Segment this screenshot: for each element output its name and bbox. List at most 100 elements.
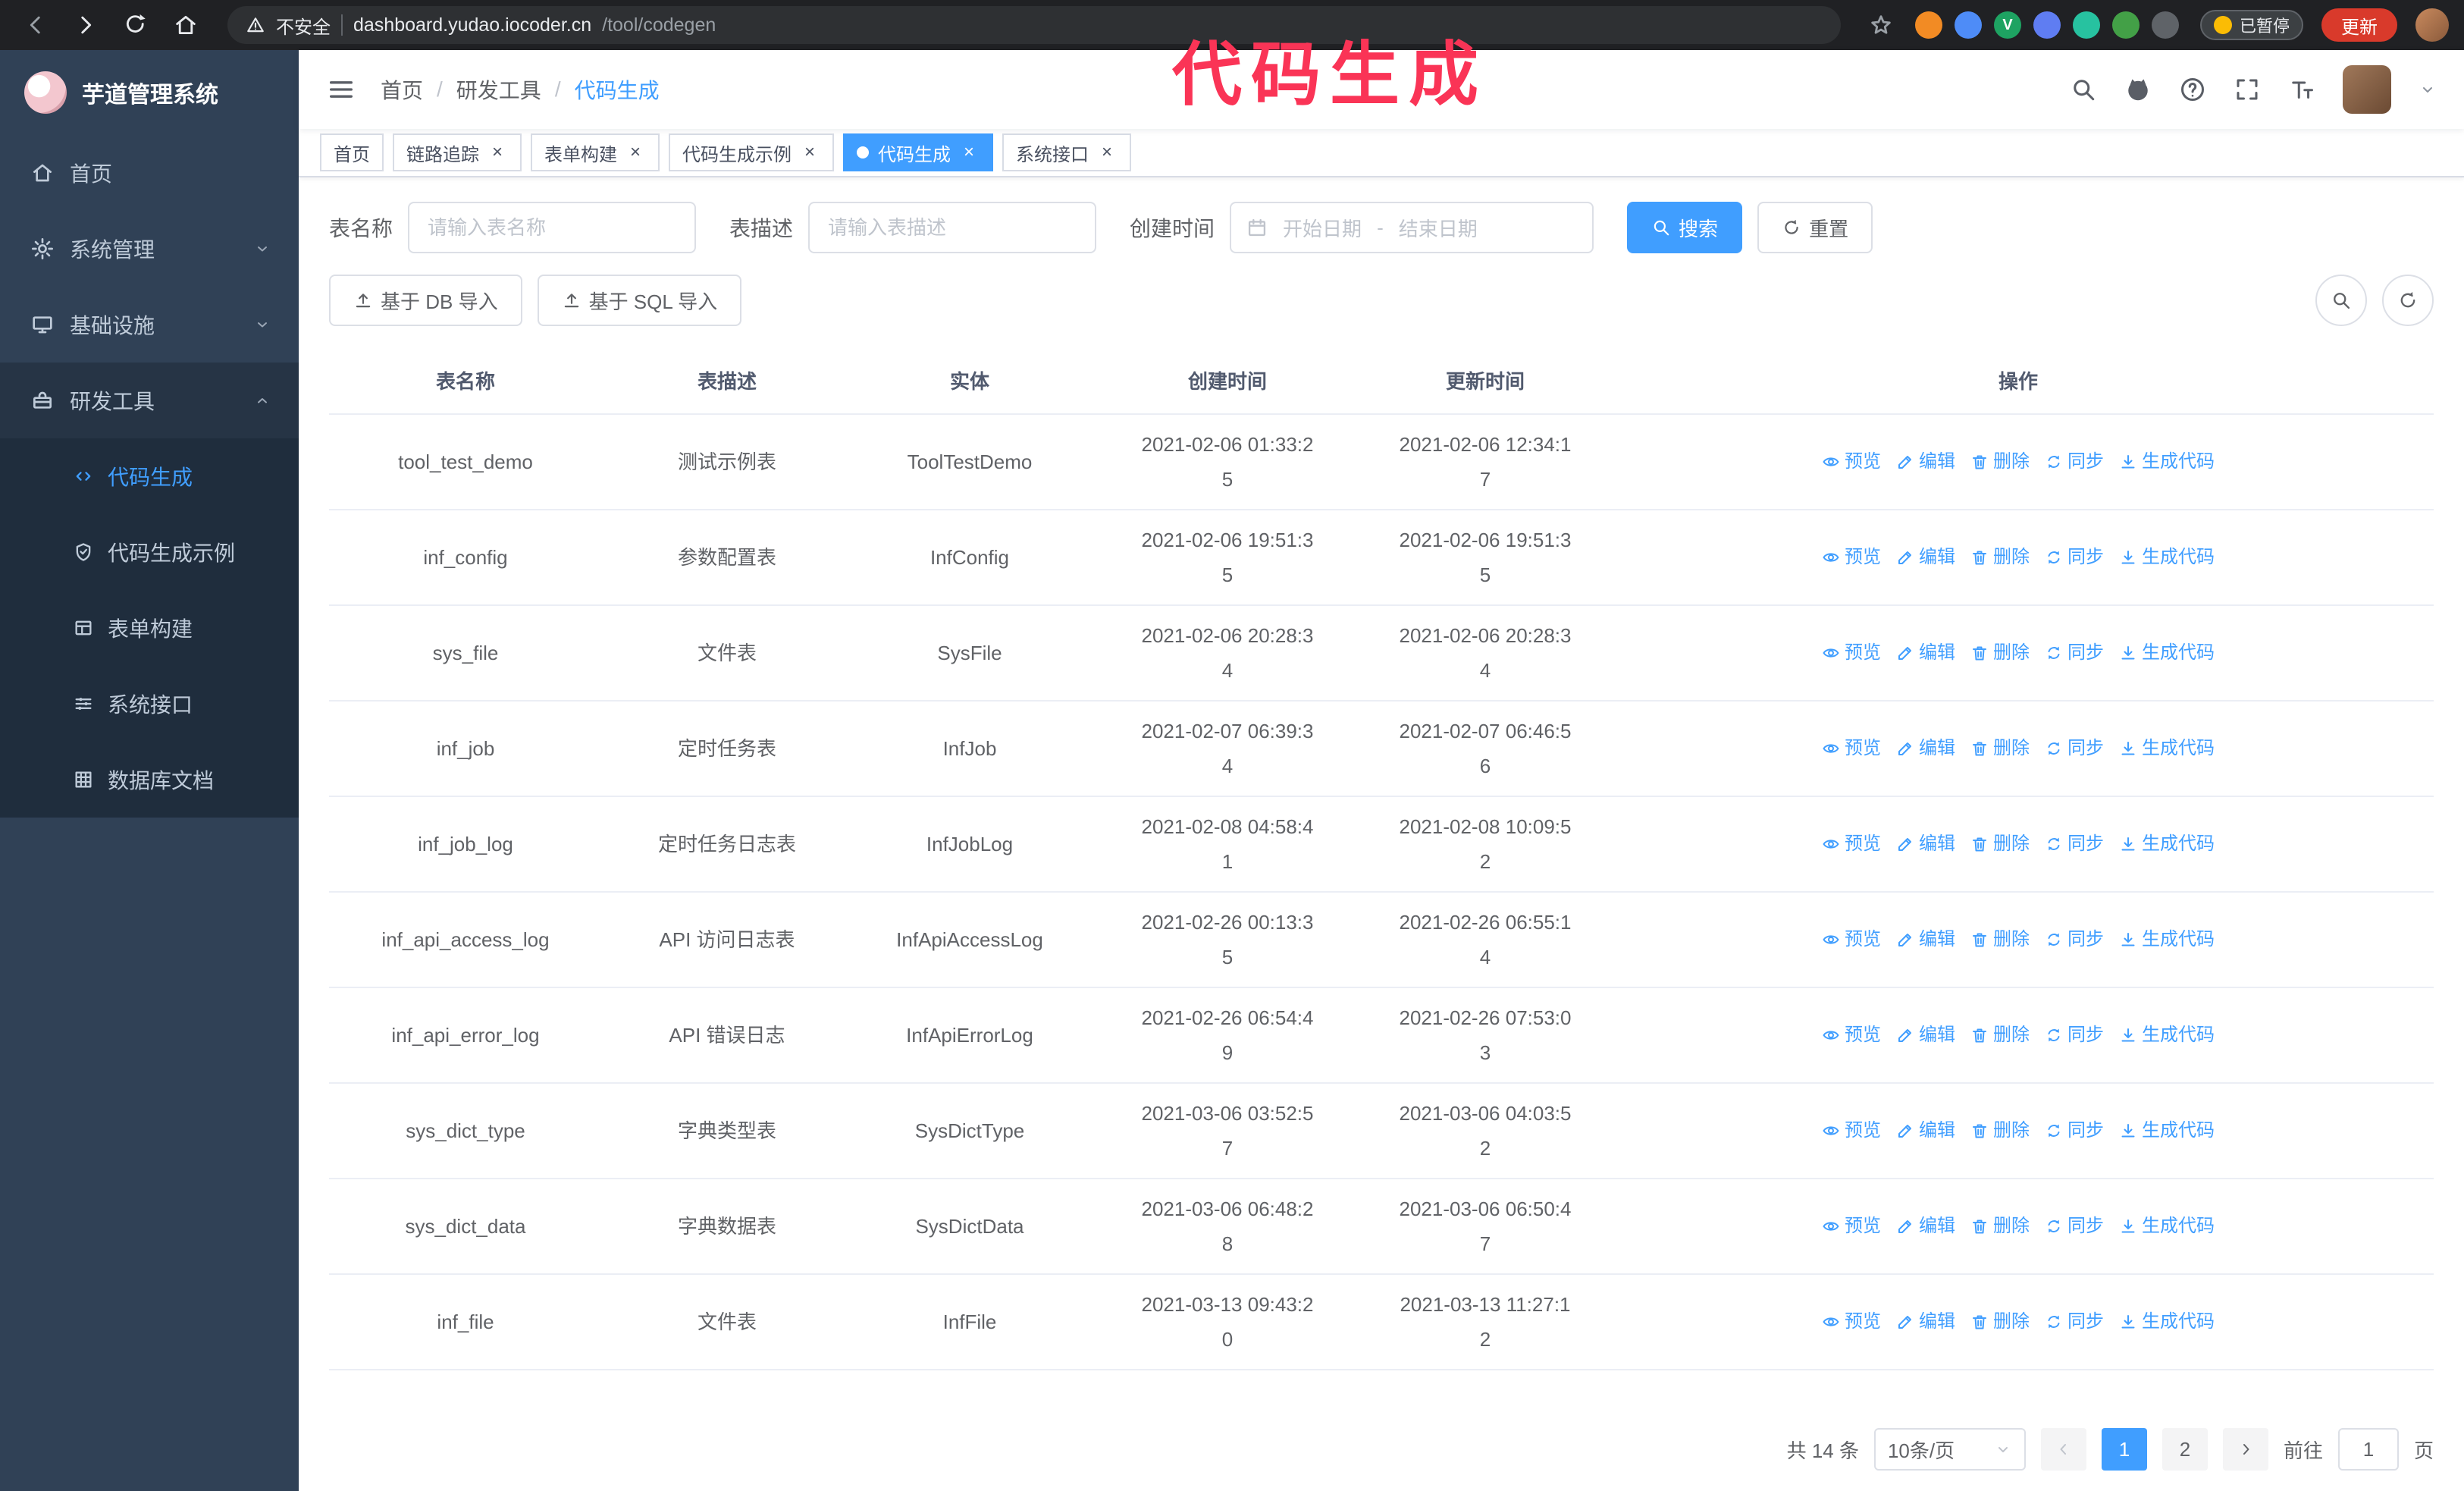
tab-close-icon[interactable]: × (487, 142, 508, 163)
action-sync[interactable]: 同步 (2045, 827, 2104, 862)
page-button-2[interactable]: 2 (2161, 1428, 2208, 1471)
action-generate[interactable]: 生成代码 (2119, 1209, 2215, 1244)
import-sql-button[interactable]: 基于 SQL 导入 (537, 275, 742, 326)
action-edit[interactable]: 编辑 (1896, 636, 1955, 670)
user-avatar[interactable] (2343, 65, 2391, 114)
sidebar-item-devtools[interactable]: 研发工具 (0, 363, 299, 438)
bookmark-star-icon[interactable] (1868, 12, 1894, 38)
action-generate[interactable]: 生成代码 (2119, 1113, 2215, 1148)
tab-1[interactable]: 链路追踪 × (393, 133, 522, 171)
sidebar-item-home[interactable]: 首页 (0, 135, 299, 211)
extension-icon-5[interactable] (2072, 11, 2100, 39)
extension-icon-7[interactable] (2151, 11, 2179, 39)
action-edit[interactable]: 编辑 (1896, 1209, 1955, 1244)
security-label[interactable]: 不安全 (276, 12, 331, 39)
tab-close-icon[interactable]: × (1096, 142, 1118, 163)
action-preview[interactable]: 预览 (1822, 731, 1881, 766)
action-generate[interactable]: 生成代码 (2119, 540, 2215, 575)
breadcrumb-home[interactable]: 首页 (381, 74, 423, 105)
browser-home-icon[interactable] (173, 12, 199, 38)
goto-page-input[interactable] (2337, 1428, 2399, 1471)
action-delete[interactable]: 删除 (1970, 1304, 2030, 1339)
action-edit[interactable]: 编辑 (1896, 731, 1955, 766)
action-edit[interactable]: 编辑 (1896, 540, 1955, 575)
paused-badge[interactable]: 已暂停 (2199, 10, 2303, 40)
action-generate[interactable]: 生成代码 (2119, 731, 2215, 766)
action-edit[interactable]: 编辑 (1896, 1113, 1955, 1148)
header-search-icon[interactable] (2070, 76, 2097, 103)
import-db-button[interactable]: 基于 DB 导入 (329, 275, 522, 326)
sidebar-subitem-form-builder[interactable]: 表单构建 (0, 590, 299, 666)
next-page-button[interactable] (2222, 1428, 2268, 1471)
extension-icon-3[interactable]: V (1993, 11, 2021, 39)
table-desc-input[interactable] (808, 202, 1097, 253)
app-logo[interactable]: 芋道管理系统 (0, 50, 299, 135)
action-edit[interactable]: 编辑 (1896, 827, 1955, 862)
tab-close-icon[interactable]: × (958, 142, 980, 163)
action-generate[interactable]: 生成代码 (2119, 1018, 2215, 1053)
search-button[interactable]: 搜索 (1627, 202, 1743, 253)
breadcrumb-devtools[interactable]: 研发工具 (456, 74, 541, 105)
action-sync[interactable]: 同步 (2045, 922, 2104, 957)
action-sync[interactable]: 同步 (2045, 731, 2104, 766)
tab-4[interactable]: 代码生成 × (843, 133, 993, 171)
tab-0[interactable]: 首页 (320, 133, 384, 171)
action-preview[interactable]: 预览 (1822, 636, 1881, 670)
action-preview[interactable]: 预览 (1822, 1018, 1881, 1053)
toggle-search-button[interactable] (2315, 275, 2367, 326)
action-sync[interactable]: 同步 (2045, 1304, 2104, 1339)
action-sync[interactable]: 同步 (2045, 540, 2104, 575)
action-delete[interactable]: 删除 (1970, 636, 2030, 670)
font-size-icon[interactable] (2288, 76, 2315, 103)
sidebar-item-system[interactable]: 系统管理 (0, 211, 299, 287)
extension-icon-1[interactable] (1914, 11, 1942, 39)
page-button-1[interactable]: 1 (2101, 1428, 2147, 1471)
page-size-select[interactable]: 10条/页 (1873, 1428, 2026, 1471)
sidebar-subitem-system-api[interactable]: 系统接口 (0, 666, 299, 742)
sidebar-subitem-codegen-example[interactable]: 代码生成示例 (0, 514, 299, 590)
sidebar-subitem-codegen[interactable]: 代码生成 (0, 438, 299, 514)
action-sync[interactable]: 同步 (2045, 444, 2104, 479)
browser-reload-icon[interactable] (123, 12, 149, 38)
action-preview[interactable]: 预览 (1822, 827, 1881, 862)
browser-back-icon[interactable] (23, 12, 49, 38)
action-generate[interactable]: 生成代码 (2119, 827, 2215, 862)
action-edit[interactable]: 编辑 (1896, 1304, 1955, 1339)
action-sync[interactable]: 同步 (2045, 636, 2104, 670)
sidebar-subitem-db-doc[interactable]: 数据库文档 (0, 742, 299, 818)
create-time-range-picker[interactable]: 开始日期 - 结束日期 (1230, 202, 1594, 253)
action-generate[interactable]: 生成代码 (2119, 444, 2215, 479)
action-delete[interactable]: 删除 (1970, 731, 2030, 766)
sidebar-item-infra[interactable]: 基础设施 (0, 287, 299, 363)
action-delete[interactable]: 删除 (1970, 1209, 2030, 1244)
refresh-table-button[interactable] (2382, 275, 2434, 326)
action-edit[interactable]: 编辑 (1896, 1018, 1955, 1053)
browser-forward-icon[interactable] (73, 12, 99, 38)
fullscreen-icon[interactable] (2234, 76, 2261, 103)
action-sync[interactable]: 同步 (2045, 1209, 2104, 1244)
action-sync[interactable]: 同步 (2045, 1018, 2104, 1053)
tab-2[interactable]: 表单构建 × (531, 133, 660, 171)
action-sync[interactable]: 同步 (2045, 1113, 2104, 1148)
update-button[interactable]: 更新 (2321, 8, 2397, 42)
extension-icon-6[interactable] (2111, 11, 2140, 39)
action-delete[interactable]: 删除 (1970, 1018, 2030, 1053)
action-edit[interactable]: 编辑 (1896, 922, 1955, 957)
action-preview[interactable]: 预览 (1822, 540, 1881, 575)
hamburger-icon[interactable] (326, 74, 356, 105)
extension-icon-2[interactable] (1954, 11, 1982, 39)
github-icon[interactable] (2124, 76, 2152, 103)
action-delete[interactable]: 删除 (1970, 827, 2030, 862)
reset-button[interactable]: 重置 (1757, 202, 1873, 253)
action-preview[interactable]: 预览 (1822, 922, 1881, 957)
avatar-caret-icon[interactable] (2419, 80, 2437, 99)
tab-close-icon[interactable]: × (625, 142, 646, 163)
table-name-input[interactable] (408, 202, 697, 253)
action-preview[interactable]: 预览 (1822, 444, 1881, 479)
action-edit[interactable]: 编辑 (1896, 444, 1955, 479)
action-preview[interactable]: 预览 (1822, 1209, 1881, 1244)
tab-close-icon[interactable]: × (799, 142, 820, 163)
action-preview[interactable]: 预览 (1822, 1304, 1881, 1339)
action-preview[interactable]: 预览 (1822, 1113, 1881, 1148)
action-delete[interactable]: 删除 (1970, 540, 2030, 575)
